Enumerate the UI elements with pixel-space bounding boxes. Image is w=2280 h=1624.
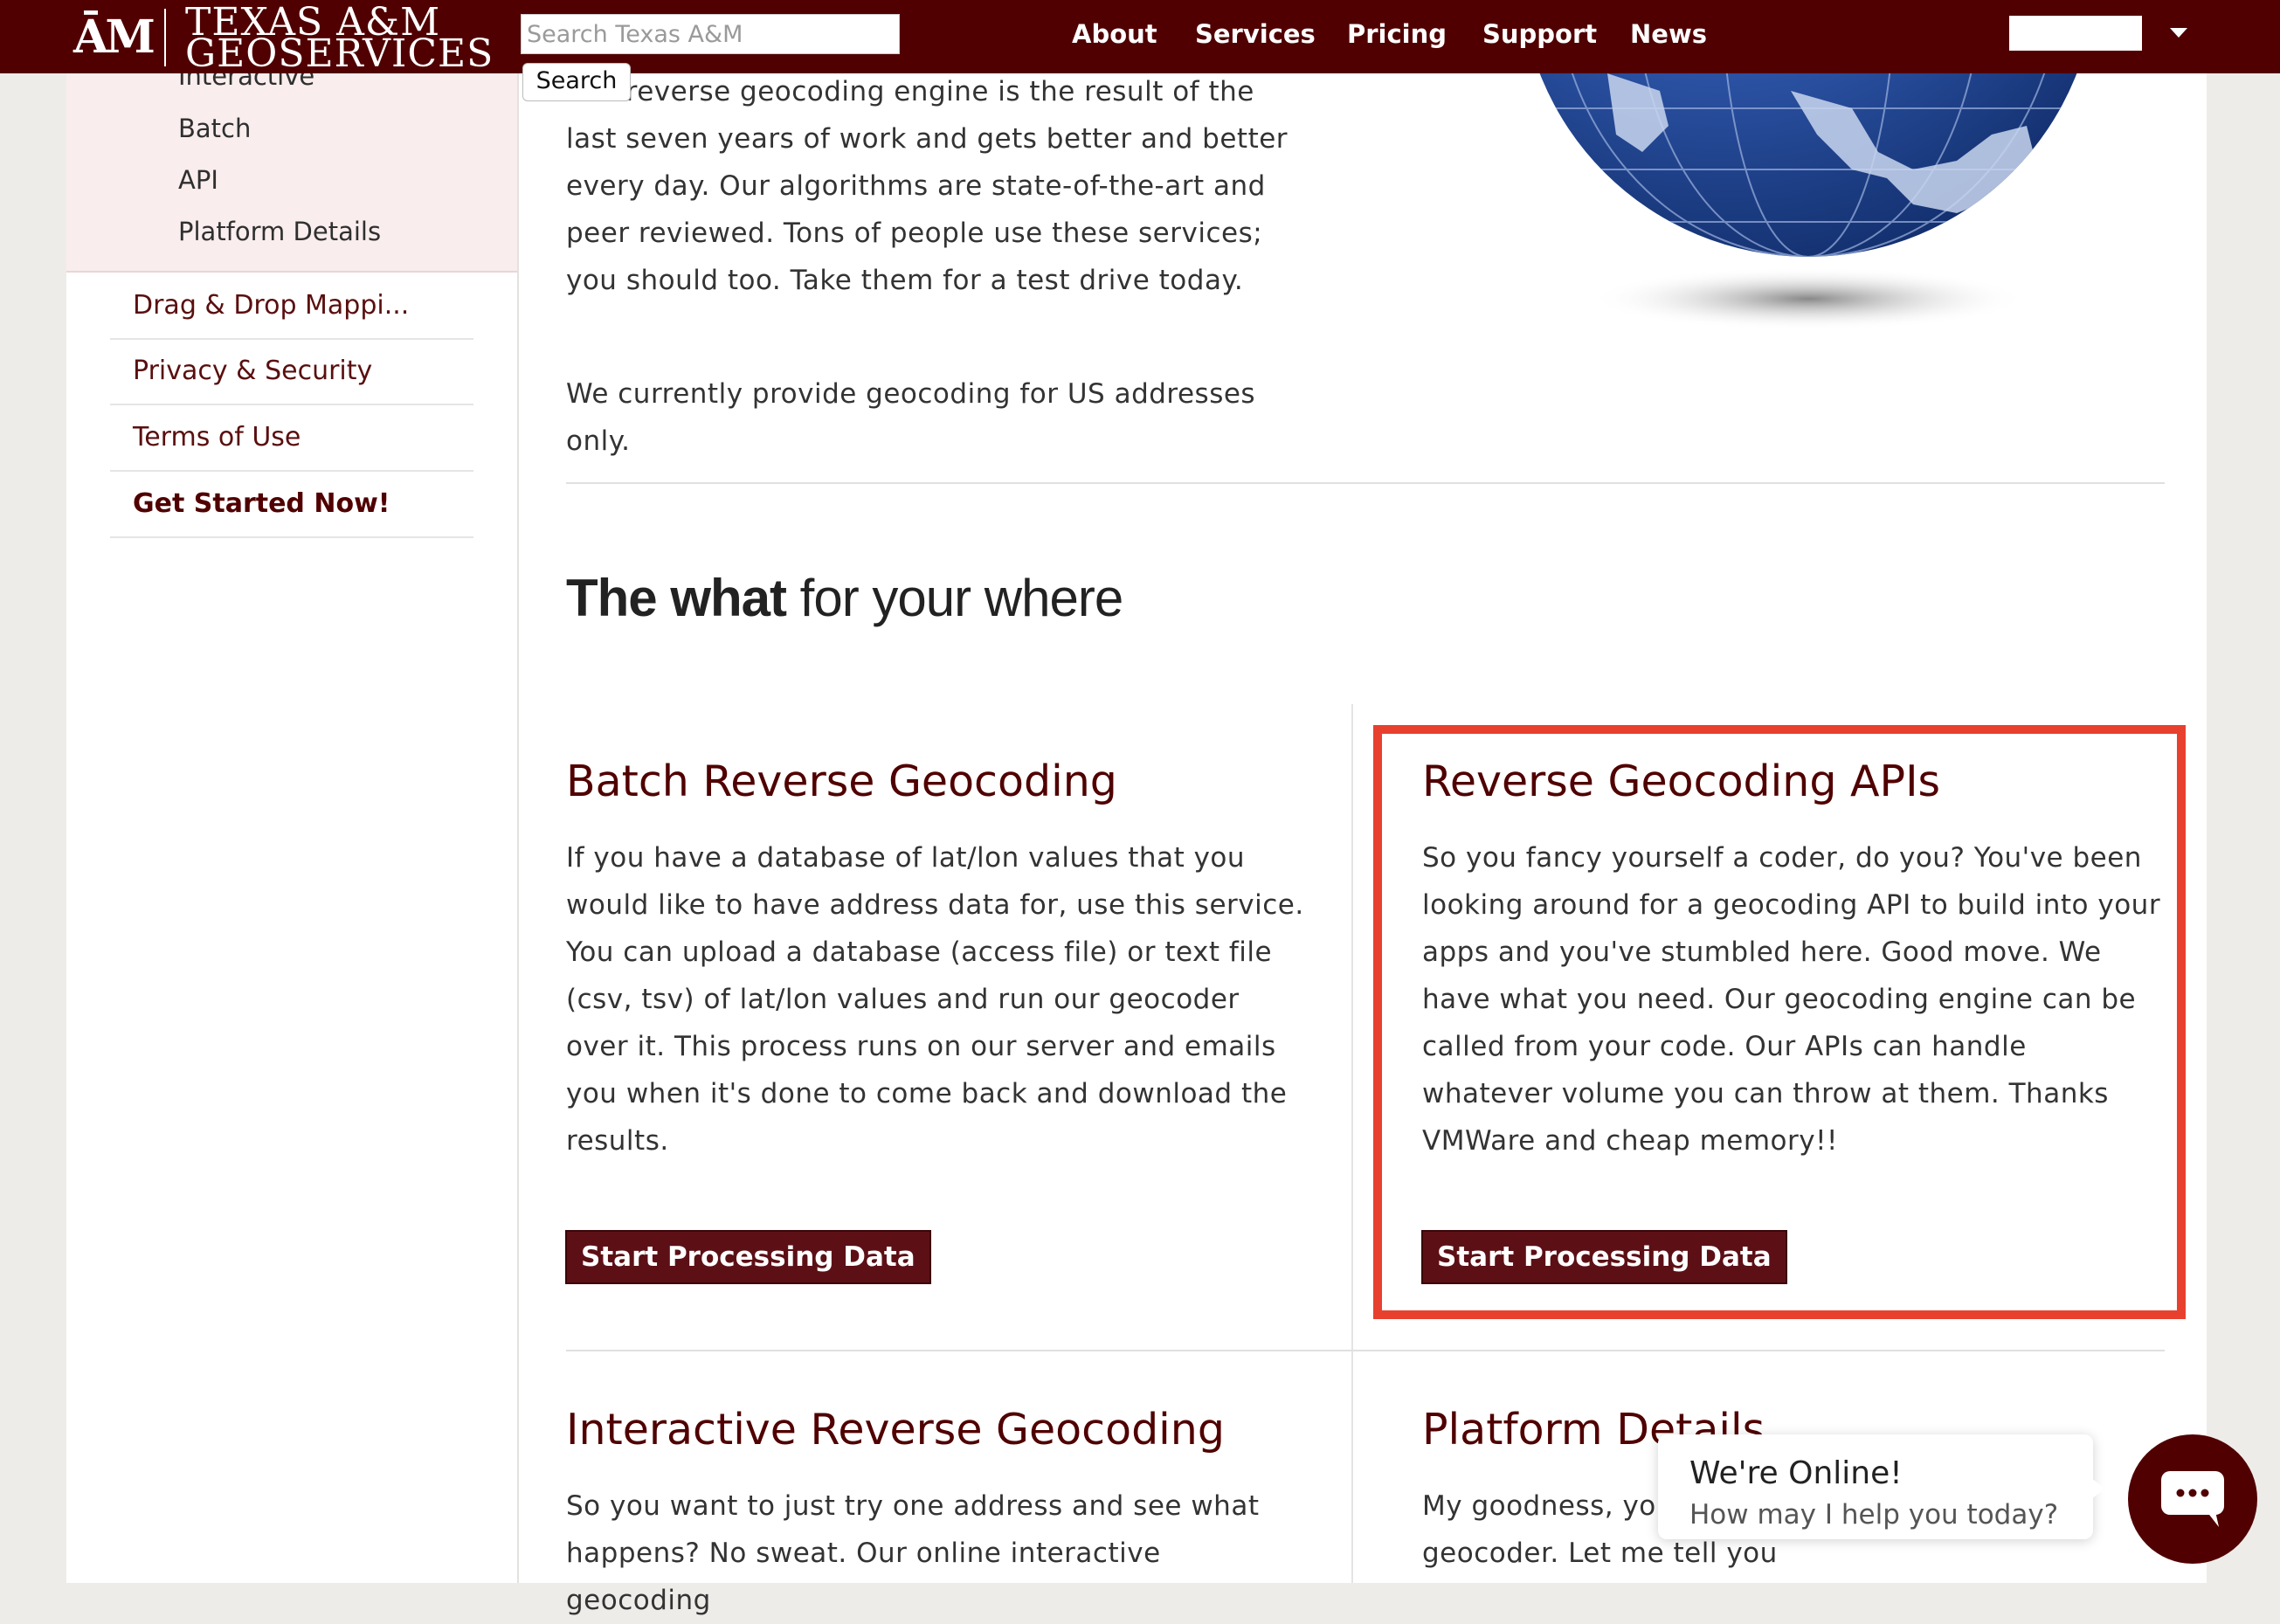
intro-paragraph: Our reverse geocoding engine is the resu… (566, 76, 1289, 296)
sidebar-item-terms-of-use[interactable]: Terms of Use (110, 406, 473, 472)
nav-news[interactable]: News (1630, 19, 1707, 49)
sidebar: Interactive Batch API Platform Details D… (66, 61, 519, 1583)
nav-support[interactable]: Support (1482, 19, 1597, 49)
card-text: So you fancy yourself a coder, do you? Y… (1422, 842, 2161, 1157)
sidebar-subnav: Interactive Batch API Platform Details (66, 61, 517, 273)
sidebar-item-privacy-security[interactable]: Privacy & Security (110, 340, 473, 405)
card-title[interactable]: Interactive Reverse Geocoding (566, 1405, 1225, 1455)
chevron-down-icon[interactable] (2170, 28, 2187, 38)
chat-title: We're Online! (1689, 1455, 1903, 1491)
intro-section: Our reverse geocoding engine is the resu… (566, 68, 1300, 465)
section-divider (566, 482, 2165, 484)
logo-divider (164, 9, 166, 66)
start-processing-button[interactable]: Start Processing Data (1421, 1230, 1787, 1284)
card-text: If you have a database of lat/lon values… (566, 842, 1304, 1157)
site-logo[interactable]: ĀM TEXAS A&M GEOSERVICES (70, 3, 493, 73)
sidebar-item-label: Privacy & Security (133, 356, 373, 386)
atm-logo-mark: ĀM (73, 10, 155, 64)
section-title-rest: for your where (786, 569, 1124, 627)
logo-text-geoservices: GEOSERVICES (185, 31, 494, 76)
sidebar-item-label: Get Started Now! (133, 488, 390, 519)
card-row-divider (566, 1350, 2165, 1351)
card-title[interactable]: Reverse Geocoding APIs (1422, 757, 1940, 806)
top-navbar: ĀM TEXAS A&M GEOSERVICES About Services … (0, 0, 2280, 73)
globe-image (1503, 73, 2149, 379)
nav-pricing[interactable]: Pricing (1347, 19, 1447, 49)
nav-services[interactable]: Services (1195, 19, 1316, 49)
start-processing-button[interactable]: Start Processing Data (565, 1230, 931, 1284)
sidebar-item-get-started[interactable]: Get Started Now! (110, 473, 473, 538)
sidebar-item-label: Terms of Use (133, 422, 301, 453)
search-input[interactable] (521, 14, 900, 54)
sidebar-subitem-batch[interactable]: Batch (178, 114, 251, 143)
sidebar-subitem-api[interactable]: API (178, 165, 218, 195)
card-title[interactable]: Batch Reverse Geocoding (566, 757, 1117, 806)
card-column-divider (1351, 704, 1353, 1583)
card-text: So you want to just try one address and … (566, 1490, 1260, 1616)
section-title: The what for your where (566, 568, 1123, 628)
sidebar-item-label: Drag & Drop Mappi... (133, 290, 410, 321)
account-menu[interactable] (2009, 16, 2142, 51)
nav-about[interactable]: About (1072, 19, 1157, 49)
sidebar-item-drag-drop-mapping[interactable]: Drag & Drop Mappi... (110, 274, 473, 340)
chat-icon (2161, 1471, 2224, 1527)
chat-prompt-bubble[interactable]: We're Online! How may I help you today? (1658, 1434, 2105, 1539)
sidebar-subitem-platform-details[interactable]: Platform Details (178, 217, 381, 246)
chat-launcher-button[interactable] (2128, 1434, 2257, 1564)
chat-subtitle: How may I help you today? (1689, 1499, 2059, 1531)
section-title-bold: The what (566, 569, 787, 627)
coverage-note: We currently provide geocoding for US ad… (566, 378, 1256, 457)
search-button[interactable]: Search (522, 63, 631, 101)
